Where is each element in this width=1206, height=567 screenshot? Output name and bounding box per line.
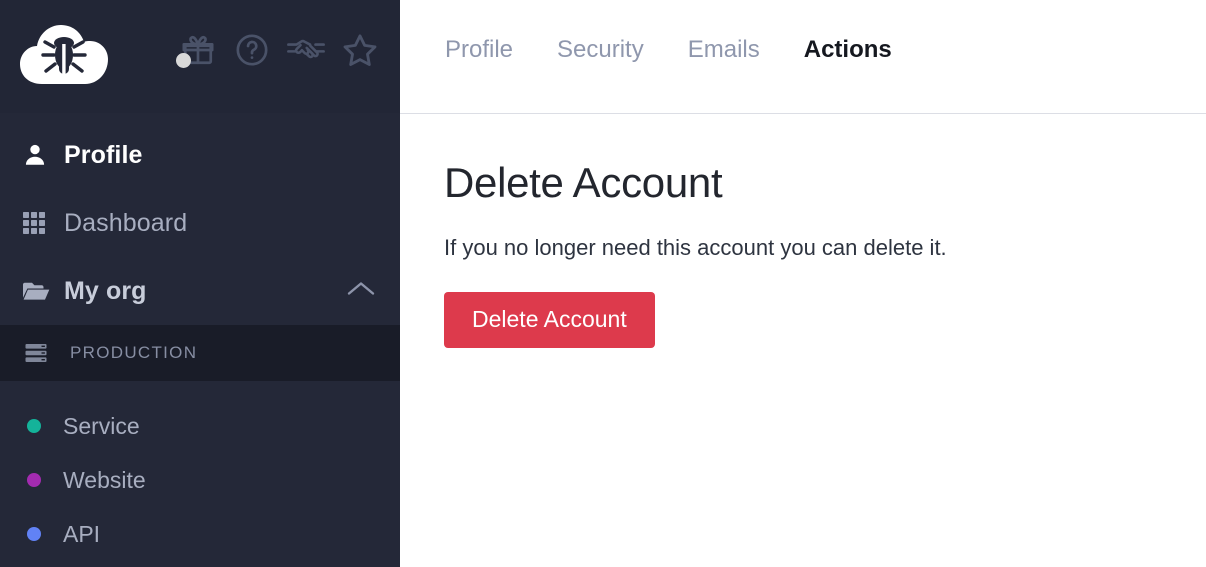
project-status-dot	[27, 473, 41, 487]
environment-label: PRODUCTION	[70, 343, 198, 362]
sidebar-nav: Profile Dashboard My org	[0, 113, 400, 325]
grid-icon	[22, 211, 56, 235]
app-root: Profile Dashboard My org PRODUCTION Serv…	[0, 0, 1206, 567]
sidebar-project-website[interactable]: Website	[0, 453, 400, 507]
sidebar-project-list: Service Website API	[0, 381, 400, 561]
project-label: Website	[63, 466, 146, 493]
page-content: Delete Account If you no longer need thi…	[400, 114, 1206, 348]
cloud-bug-logo[interactable]	[18, 22, 110, 90]
page-title: Delete Account	[444, 159, 723, 206]
folder-open-icon	[22, 279, 56, 303]
sidebar-item-dashboard[interactable]: Dashboard	[0, 189, 400, 257]
sidebar-item-profile[interactable]: Profile	[0, 121, 400, 189]
handshake-icon[interactable]	[286, 28, 326, 72]
tab-emails[interactable]: Emails	[688, 36, 782, 64]
project-status-dot	[27, 527, 41, 541]
tab-actions[interactable]: Actions	[804, 36, 892, 64]
project-status-dot	[27, 419, 41, 433]
sidebar-project-service[interactable]: Service	[0, 399, 400, 453]
header-icon-group	[176, 28, 380, 72]
tab-profile[interactable]: Profile	[445, 36, 535, 64]
sidebar-environment-production[interactable]: PRODUCTION	[0, 325, 400, 381]
sidebar: Profile Dashboard My org PRODUCTION Serv…	[0, 0, 400, 567]
sidebar-project-api[interactable]: API	[0, 507, 400, 561]
server-stack-icon	[24, 341, 56, 365]
project-label: API	[63, 520, 101, 547]
sidebar-item-label: Profile	[64, 140, 143, 169]
tab-security[interactable]: Security	[557, 36, 666, 64]
main-content: Profile Security Emails Actions Delete A…	[400, 0, 1206, 567]
page-description: If you no longer need this account you c…	[444, 235, 947, 260]
sidebar-item-label: My org	[64, 276, 147, 305]
star-icon[interactable]	[340, 28, 380, 72]
user-icon	[22, 142, 56, 168]
chevron-up-icon[interactable]	[346, 280, 376, 303]
gift-icon[interactable]	[176, 28, 218, 72]
help-circle-icon[interactable]	[232, 28, 272, 72]
project-label: Service	[63, 412, 140, 439]
sidebar-header	[0, 0, 400, 113]
notification-dot	[176, 53, 191, 68]
tab-list: Profile Security Emails Actions	[445, 36, 892, 64]
tab-bar: Profile Security Emails Actions	[400, 0, 1206, 114]
sidebar-item-my-org[interactable]: My org	[0, 257, 400, 325]
delete-account-button[interactable]: Delete Account	[444, 292, 655, 348]
sidebar-item-label: Dashboard	[64, 208, 188, 237]
